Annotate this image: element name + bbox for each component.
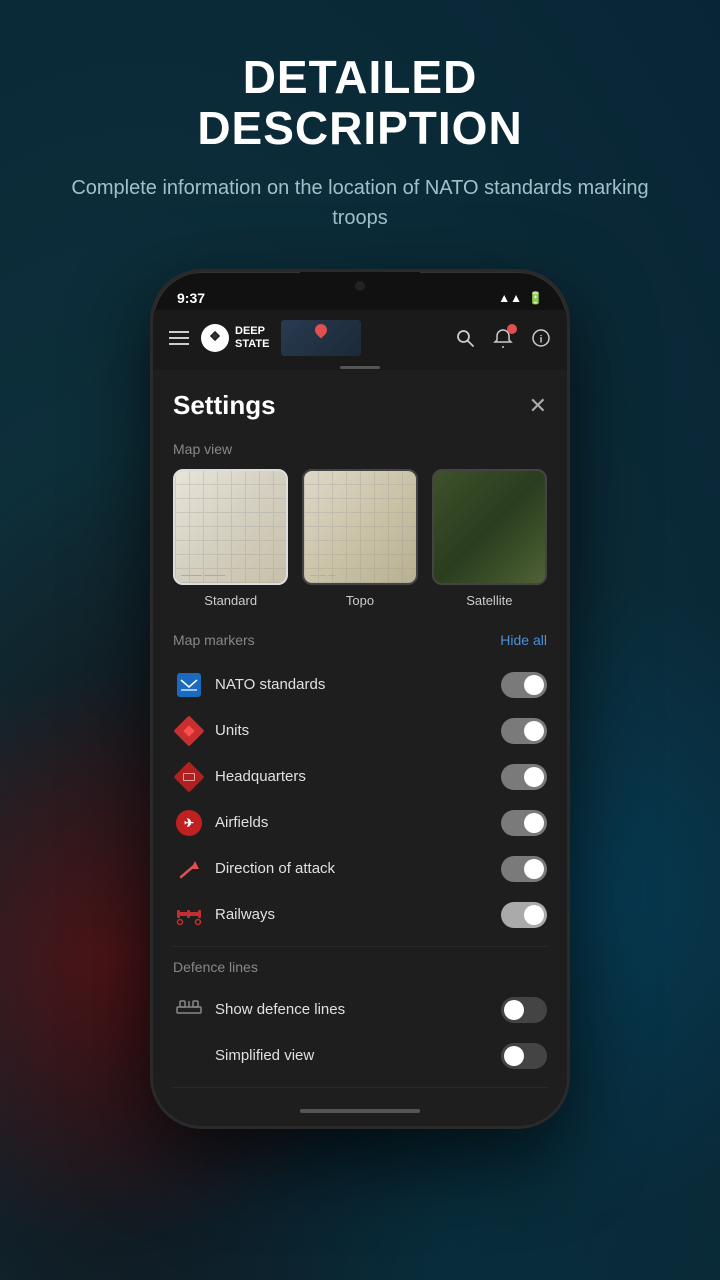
battery-icon: 🔋 <box>528 291 543 305</box>
home-bar <box>153 1096 567 1126</box>
subtitle: Complete information on the location of … <box>60 173 660 233</box>
home-indicator <box>300 1109 420 1113</box>
railways-icon <box>173 899 205 931</box>
notification-badge <box>507 324 517 334</box>
toggle-row-railways: Railways <box>173 892 547 938</box>
units-icon <box>173 715 205 747</box>
nato-label: NATO standards <box>215 676 501 693</box>
toggle-row-direction: Direction of attack <box>173 846 547 892</box>
direction-label: Direction of attack <box>215 860 501 877</box>
units-label: Units <box>215 722 501 739</box>
toggle-row-hq: Headquarters <box>173 754 547 800</box>
airfields-label: Airfields <box>215 814 501 831</box>
app-bar-right: i <box>455 328 551 348</box>
search-button[interactable] <box>455 328 475 348</box>
logo-area: DEEP STATE <box>201 324 269 352</box>
map-markers-header: Map markers Hide all <box>173 632 547 648</box>
nato-toggle-knob <box>524 675 544 695</box>
signal-icon: ▲▲ <box>498 291 522 305</box>
app-bar: DEEP STATE <box>153 310 567 366</box>
nato-toggle[interactable] <box>501 672 547 698</box>
nato-icon <box>173 669 205 701</box>
settings-close-button[interactable]: ✕ <box>529 393 547 419</box>
divider-1 <box>173 946 547 947</box>
map-label-satellite: Satellite <box>466 593 512 608</box>
hide-all-button[interactable]: Hide all <box>500 632 547 648</box>
units-toggle[interactable] <box>501 718 547 744</box>
toggle-row-nato: NATO standards <box>173 662 547 708</box>
screen-content: DEEP STATE <box>153 310 567 1126</box>
defence-toggle[interactable] <box>501 997 547 1023</box>
airfields-toggle[interactable] <box>501 810 547 836</box>
direction-toggle[interactable] <box>501 856 547 882</box>
app-bar-left: DEEP STATE <box>169 320 361 356</box>
notch <box>300 272 420 300</box>
defence-icon <box>173 994 205 1026</box>
map-thumb-topo[interactable]: — — — Topo <box>302 469 417 607</box>
main-title: DETAILED DESCRIPTION <box>60 52 660 153</box>
map-thumb-topo-img: — — — <box>302 469 417 584</box>
defence-lines-label: Defence lines <box>173 959 547 975</box>
map-markers-label: Map markers <box>173 632 255 648</box>
hq-label: Headquarters <box>215 768 501 785</box>
map-thumb-satellite-img <box>432 469 547 584</box>
map-thumb-standard-img: ——— ——— <box>173 469 288 584</box>
info-button[interactable]: i <box>531 328 551 348</box>
divider-2 <box>173 1087 547 1088</box>
hq-toggle[interactable] <box>501 764 547 790</box>
map-preview-bar <box>281 320 361 356</box>
phone-screen: 9:37 ▲▲ 🔋 <box>150 269 570 1129</box>
toggle-row-simplified: Simplified view <box>173 1033 547 1079</box>
menu-button[interactable] <box>169 331 189 345</box>
camera <box>355 281 365 291</box>
notifications-button[interactable] <box>493 328 513 348</box>
hq-icon <box>173 761 205 793</box>
settings-header: Settings ✕ <box>173 390 547 421</box>
settings-panel[interactable]: Settings ✕ Map view ——— ——— Standard <box>153 370 567 1096</box>
page-container: DETAILED DESCRIPTION Complete informatio… <box>0 0 720 1280</box>
map-view-label: Map view <box>173 441 547 457</box>
status-icons: ▲▲ 🔋 <box>498 291 543 305</box>
airfields-icon: ✈ <box>173 807 205 839</box>
simplified-icon <box>173 1040 205 1072</box>
header-section: DETAILED DESCRIPTION Complete informatio… <box>0 52 720 233</box>
simplified-label: Simplified view <box>215 1047 501 1064</box>
railways-toggle[interactable] <box>501 902 547 928</box>
map-label-standard: Standard <box>204 593 257 608</box>
phone-mockup: 9:37 ▲▲ 🔋 <box>150 269 570 1129</box>
app-name: DEEP STATE <box>235 325 269 351</box>
map-view-options: ——— ——— Standard — — — Topo <box>173 469 547 607</box>
toggle-row-defence: Show defence lines <box>173 987 547 1033</box>
map-label-topo: Topo <box>346 593 374 608</box>
railways-label: Railways <box>215 906 501 923</box>
direction-icon <box>173 853 205 885</box>
toggle-row-units: Units <box>173 708 547 754</box>
logo-icon <box>201 324 229 352</box>
status-time: 9:37 <box>177 290 205 306</box>
settings-title: Settings <box>173 390 276 421</box>
tab-bar <box>340 366 380 369</box>
toggle-row-airfields: ✈ Airfields <box>173 800 547 846</box>
defence-label: Show defence lines <box>215 1001 501 1018</box>
simplified-toggle[interactable] <box>501 1043 547 1069</box>
svg-text:i: i <box>540 335 543 346</box>
map-thumb-satellite[interactable]: Satellite <box>432 469 547 607</box>
map-thumb-standard[interactable]: ——— ——— Standard <box>173 469 288 607</box>
